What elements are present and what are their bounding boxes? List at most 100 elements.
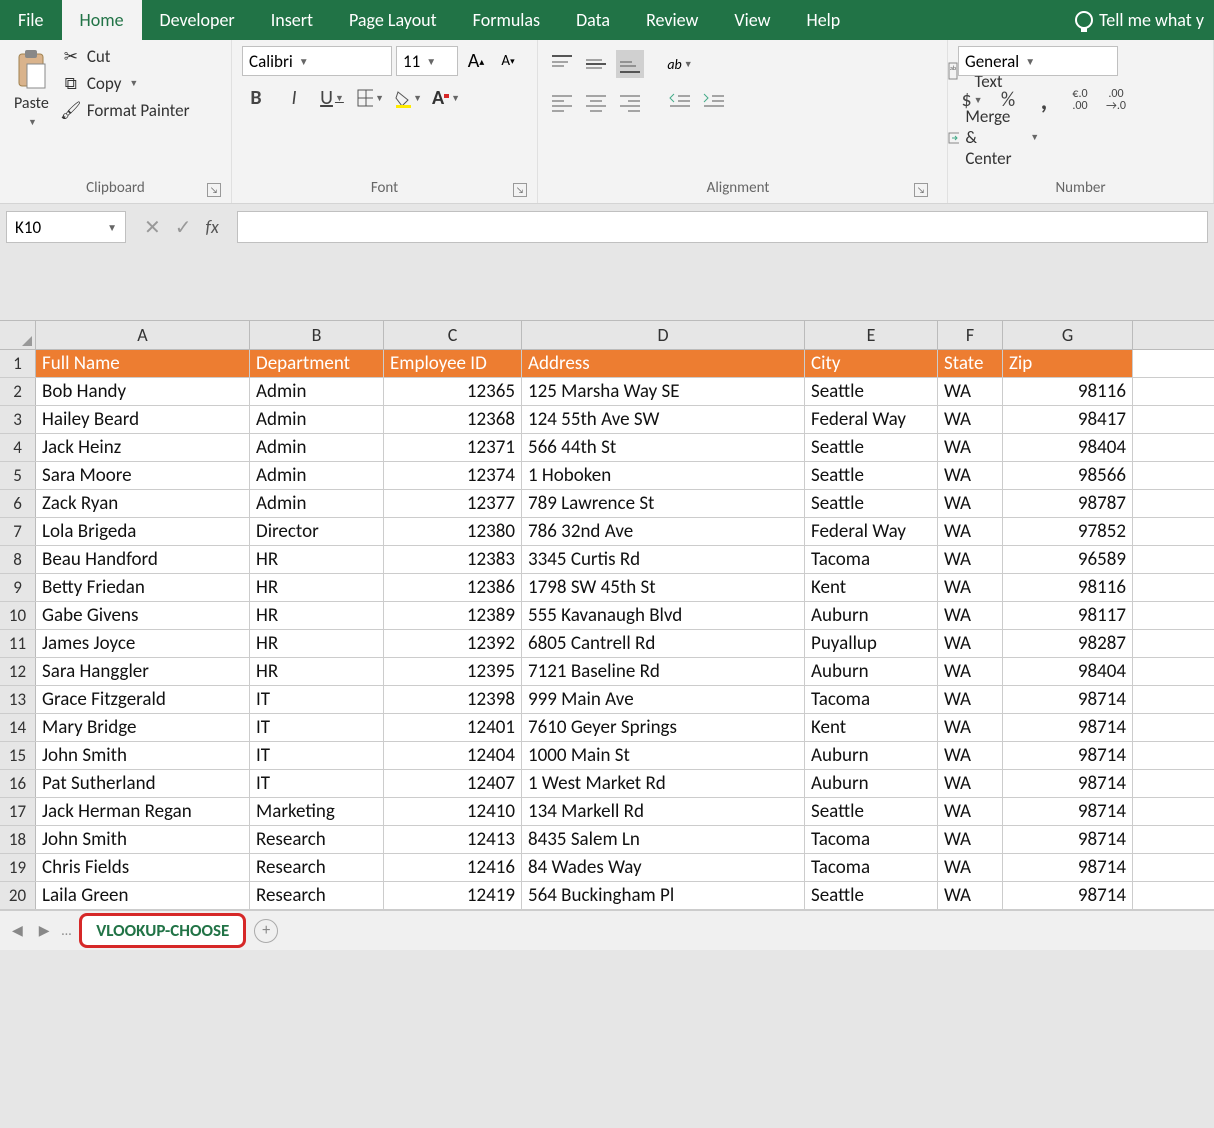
col-header-B[interactable]: B: [250, 321, 384, 349]
cell[interactable]: WA: [938, 882, 1003, 909]
name-box[interactable]: K10 ▼: [6, 211, 126, 243]
cell[interactable]: Research: [250, 854, 384, 881]
sheet-nav-next[interactable]: ▶: [35, 922, 54, 939]
cell[interactable]: Kent: [805, 714, 938, 741]
cell[interactable]: WA: [938, 630, 1003, 657]
row-header[interactable]: 8: [0, 546, 36, 573]
col-header-E[interactable]: E: [805, 321, 938, 349]
row-header[interactable]: 13: [0, 686, 36, 713]
col-header-G[interactable]: G: [1003, 321, 1133, 349]
cell[interactable]: HR: [250, 574, 384, 601]
cell[interactable]: Grace Fitzgerald: [36, 686, 250, 713]
increase-font-button[interactable]: A▴: [462, 47, 490, 75]
cell[interactable]: Gabe Givens: [36, 602, 250, 629]
cell[interactable]: Auburn: [805, 742, 938, 769]
formula-input[interactable]: [237, 211, 1208, 243]
cell[interactable]: Seattle: [805, 798, 938, 825]
cell[interactable]: WA: [938, 406, 1003, 433]
cell[interactable]: IT: [250, 714, 384, 741]
cell[interactable]: 98116: [1003, 378, 1133, 405]
fx-icon[interactable]: fx: [206, 216, 219, 238]
row-header[interactable]: 6: [0, 490, 36, 517]
cell[interactable]: 12413: [384, 826, 522, 853]
cell[interactable]: 1000 Main St: [522, 742, 805, 769]
cell[interactable]: Laila Green: [36, 882, 250, 909]
cell[interactable]: 98787: [1003, 490, 1133, 517]
cell[interactable]: 12419: [384, 882, 522, 909]
cell[interactable]: 12395: [384, 658, 522, 685]
tab-developer[interactable]: Developer: [142, 0, 253, 40]
row-header[interactable]: 14: [0, 714, 36, 741]
cell[interactable]: Betty Friedan: [36, 574, 250, 601]
cell[interactable]: 98714: [1003, 882, 1133, 909]
cell[interactable]: 12401: [384, 714, 522, 741]
cell[interactable]: Tacoma: [805, 854, 938, 881]
cell[interactable]: 134 Markell Rd: [522, 798, 805, 825]
cell[interactable]: 12368: [384, 406, 522, 433]
row-header[interactable]: 9: [0, 574, 36, 601]
cell[interactable]: 3345 Curtis Rd: [522, 546, 805, 573]
cell[interactable]: James Joyce: [36, 630, 250, 657]
cell[interactable]: 98117: [1003, 602, 1133, 629]
cell[interactable]: 12377: [384, 490, 522, 517]
cell[interactable]: Federal Way: [805, 518, 938, 545]
cell[interactable]: 555 Kavanaugh Blvd: [522, 602, 805, 629]
row-header[interactable]: 5: [0, 462, 36, 489]
cell[interactable]: WA: [938, 826, 1003, 853]
tab-home[interactable]: Home: [62, 0, 142, 40]
cell[interactable]: Admin: [250, 434, 384, 461]
cell[interactable]: 12365: [384, 378, 522, 405]
cell[interactable]: WA: [938, 658, 1003, 685]
percent-format-button[interactable]: %: [994, 86, 1022, 114]
cell[interactable]: Tacoma: [805, 826, 938, 853]
cell[interactable]: 6805 Cantrell Rd: [522, 630, 805, 657]
cell[interactable]: 98404: [1003, 434, 1133, 461]
cell[interactable]: WA: [938, 378, 1003, 405]
cell[interactable]: 98714: [1003, 770, 1133, 797]
tell-me-box[interactable]: Tell me what y: [1075, 0, 1214, 40]
bold-button[interactable]: B: [242, 84, 270, 112]
cell[interactable]: 7610 Geyer Springs: [522, 714, 805, 741]
comma-format-button[interactable]: ,: [1030, 86, 1058, 114]
cell[interactable]: Research: [250, 882, 384, 909]
cell[interactable]: 8435 Salem Ln: [522, 826, 805, 853]
cell[interactable]: Seattle: [805, 462, 938, 489]
cell[interactable]: Auburn: [805, 602, 938, 629]
cell[interactable]: 98714: [1003, 714, 1133, 741]
italic-button[interactable]: I: [280, 84, 308, 112]
cell[interactable]: Marketing: [250, 798, 384, 825]
cell[interactable]: Address: [522, 350, 805, 377]
cell[interactable]: 98714: [1003, 742, 1133, 769]
col-header-C[interactable]: C: [384, 321, 522, 349]
clipboard-launcher[interactable]: ↘: [207, 183, 221, 197]
tab-formulas[interactable]: Formulas: [455, 0, 558, 40]
align-top-button[interactable]: [548, 50, 576, 78]
cell[interactable]: 98417: [1003, 406, 1133, 433]
cut-button[interactable]: ✂ Cut: [61, 46, 190, 67]
cell[interactable]: 786 32nd Ave: [522, 518, 805, 545]
decrease-font-button[interactable]: A▾: [494, 47, 522, 75]
cell[interactable]: 1798 SW 45th St: [522, 574, 805, 601]
cell[interactable]: Department: [250, 350, 384, 377]
cell[interactable]: IT: [250, 742, 384, 769]
paste-dropdown-icon[interactable]: ▼: [28, 117, 37, 128]
spreadsheet-grid[interactable]: A B C D E F G 1Full NameDepartmentEmploy…: [0, 320, 1214, 910]
cell[interactable]: WA: [938, 770, 1003, 797]
cell[interactable]: 124 55th Ave SW: [522, 406, 805, 433]
cell[interactable]: Zip: [1003, 350, 1133, 377]
select-all-corner[interactable]: [0, 321, 36, 349]
cell[interactable]: 98566: [1003, 462, 1133, 489]
paste-button[interactable]: Paste ▼: [10, 46, 53, 132]
cell[interactable]: 97852: [1003, 518, 1133, 545]
cell[interactable]: Mary Bridge: [36, 714, 250, 741]
cell[interactable]: 98287: [1003, 630, 1133, 657]
cell[interactable]: 12371: [384, 434, 522, 461]
row-header[interactable]: 10: [0, 602, 36, 629]
tab-review[interactable]: Review: [628, 0, 716, 40]
row-header[interactable]: 15: [0, 742, 36, 769]
cell[interactable]: Employee ID: [384, 350, 522, 377]
row-header[interactable]: 3: [0, 406, 36, 433]
cell[interactable]: 564 Buckingham Pl: [522, 882, 805, 909]
cell[interactable]: 789 Lawrence St: [522, 490, 805, 517]
align-center-button[interactable]: [582, 88, 610, 116]
